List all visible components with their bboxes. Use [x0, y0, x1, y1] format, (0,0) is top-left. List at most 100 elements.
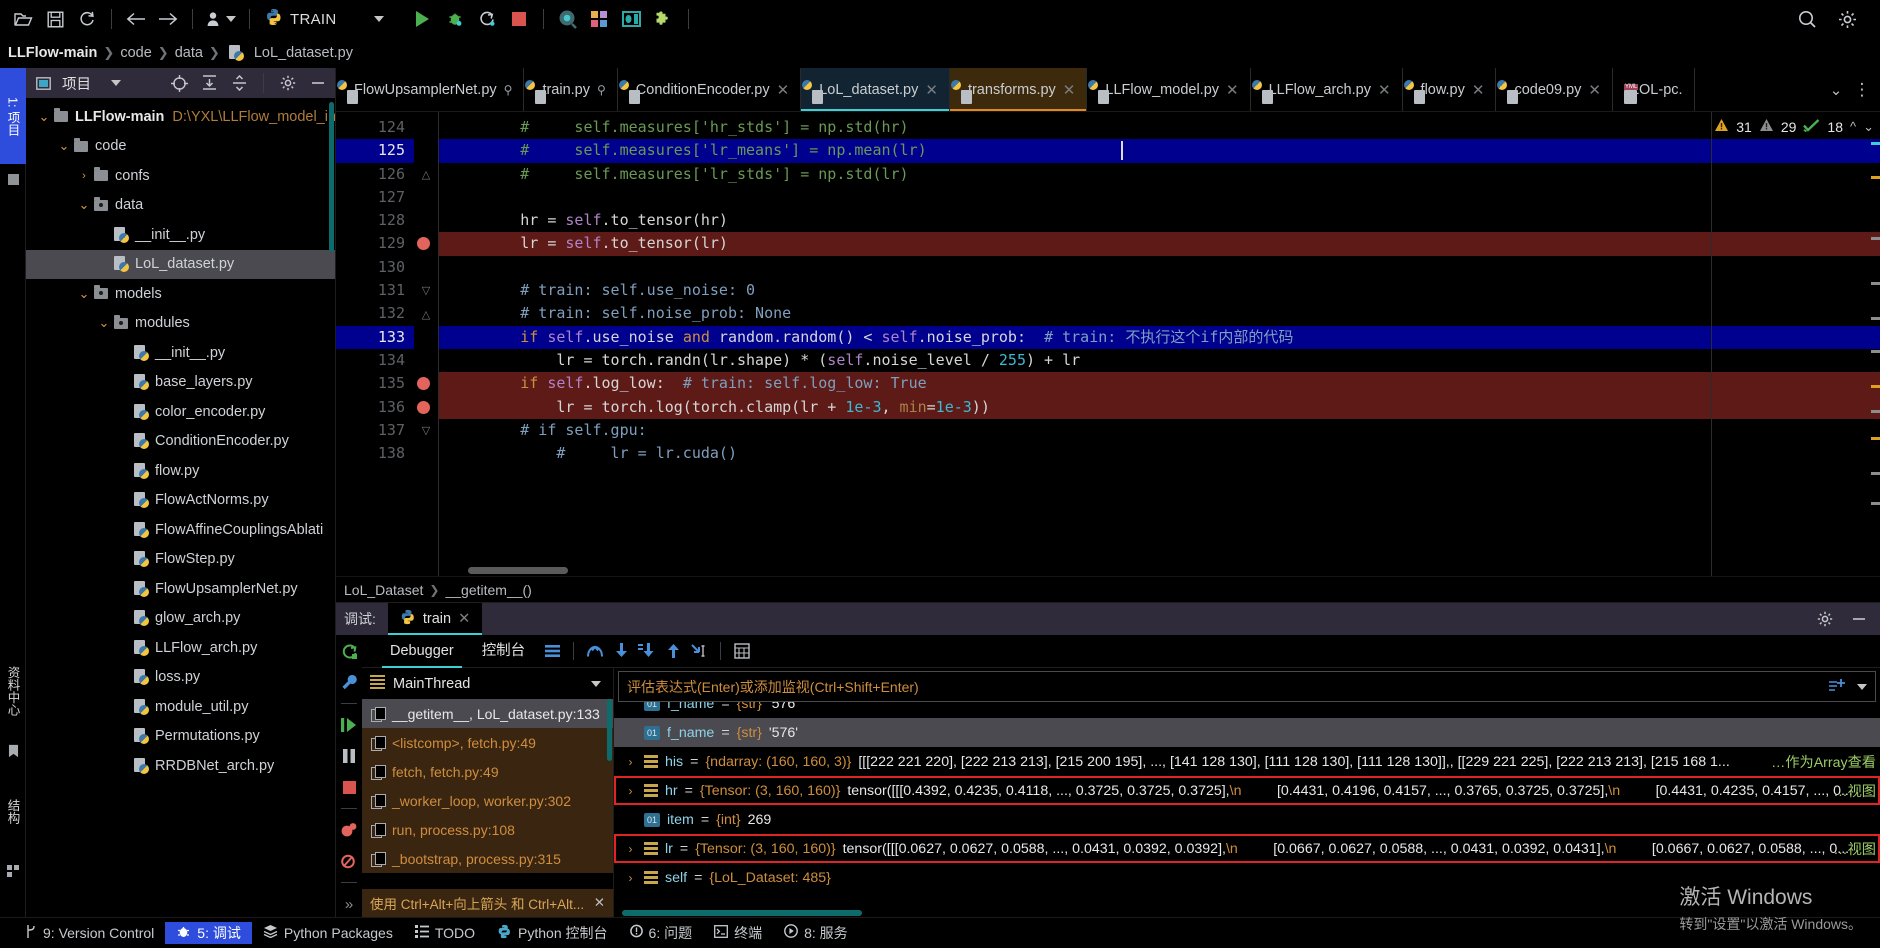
tree-file-__init__.py[interactable]: · __init__.py	[26, 338, 335, 368]
tree-folder-modules[interactable]: ⌄ modules	[26, 309, 335, 339]
tree-file-__init__.py[interactable]: · __init__.py	[26, 220, 335, 250]
code-line[interactable]: lr = torch.log(torch.clamp(lr + 1e-3, mi…	[438, 395, 1880, 419]
search-everywhere-icon[interactable]	[553, 5, 583, 33]
fold-marker-icon[interactable]: △	[414, 302, 438, 325]
pause-icon[interactable]	[338, 746, 360, 766]
code-line[interactable]: hr = self.to_tensor(hr)	[438, 209, 1880, 232]
error-stripe[interactable]	[1871, 142, 1880, 576]
next-problem-icon[interactable]: ⌄	[1863, 119, 1874, 135]
close-icon[interactable]: ✕	[1588, 81, 1601, 99]
sync-icon[interactable]	[72, 5, 102, 33]
variable-row[interactable]: › self = {LoL_Dataset: 485}	[614, 863, 1880, 892]
line-number[interactable]: 127	[336, 186, 414, 209]
chevron-right-icon[interactable]: ›	[76, 170, 92, 182]
variable-row[interactable]: · 01 f_name = {str} '576'	[614, 702, 1880, 718]
tree-folder-code[interactable]: ⌄ code	[26, 132, 335, 162]
chevron-right-icon[interactable]: ›	[624, 871, 637, 885]
tree-file-glow_arch.py[interactable]: · glow_arch.py	[26, 604, 335, 634]
line-number[interactable]: 134	[336, 349, 414, 372]
variables-horizontal-scrollbar[interactable]	[622, 910, 862, 916]
tree-scrollbar[interactable]	[329, 102, 334, 252]
variable-row[interactable]: › lr = {Tensor: (3, 160, 160)} tensor([[[0.0…	[614, 834, 1880, 863]
code-line[interactable]: # self.measures['lr_stds'] = np.std(lr)	[438, 163, 1880, 186]
forward-arrow-icon[interactable]	[153, 5, 183, 33]
code-text[interactable]: # self.measures['hr_stds'] = np.std(hr) …	[438, 112, 1880, 576]
chevron-right-icon[interactable]: ›	[624, 755, 637, 769]
breadcrumb-item-2[interactable]: data	[175, 45, 203, 61]
frame-row[interactable]: __getitem__, LoL_dataset.py:133	[362, 699, 613, 728]
open-folder-icon[interactable]	[8, 5, 38, 33]
frame-row[interactable]: run, process.py:108	[362, 815, 613, 844]
sidebar-item-structure[interactable]: 结构	[0, 768, 26, 854]
code-line[interactable]: lr = self.to_tensor(lr)	[438, 232, 1880, 256]
stop-button[interactable]	[504, 5, 534, 33]
minimize-icon[interactable]	[1848, 608, 1870, 630]
status-item-终端[interactable]: 终端	[703, 922, 773, 944]
tree-file-FlowStep.py[interactable]: · FlowStep.py	[26, 545, 335, 575]
tree-file-RRDBNet_arch.py[interactable]: · RRDBNet_arch.py	[26, 751, 335, 781]
chevron-right-icon[interactable]: ›	[624, 784, 637, 798]
variable-row[interactable]: · 01 item = {int} 269	[614, 805, 1880, 834]
line-number[interactable]: 138	[336, 442, 414, 465]
close-icon[interactable]: ✕	[1063, 81, 1076, 99]
locate-icon[interactable]	[168, 72, 190, 94]
run-config-name[interactable]: TRAIN	[290, 11, 337, 28]
close-icon[interactable]: ✕	[1378, 81, 1391, 99]
services-icon[interactable]	[585, 5, 615, 33]
close-icon[interactable]: ✕	[1472, 81, 1485, 99]
fold-marker-icon[interactable]: ▽	[414, 419, 438, 442]
editor-tab-flow.py[interactable]: flow.py ✕	[1403, 68, 1497, 111]
more-icon[interactable]: »	[338, 894, 360, 914]
collapse-all-icon[interactable]	[228, 72, 250, 94]
chevron-down-icon[interactable]: ⌄	[1824, 76, 1848, 104]
code-line[interactable]	[438, 186, 1880, 209]
run-configuration-selector[interactable]: TRAIN	[265, 8, 384, 30]
frame-list[interactable]: __getitem__, LoL_dataset.py:133 <listcomp…	[362, 699, 613, 889]
force-step-into-icon[interactable]	[634, 639, 660, 663]
stop-icon[interactable]	[338, 777, 360, 797]
line-number[interactable]: 136	[336, 396, 430, 419]
chevron-down-icon[interactable]	[1857, 683, 1867, 690]
line-number[interactable]: 132	[336, 302, 414, 325]
code-editor[interactable]: 31 29 18 ^ ⌄ 124 125 126 127 128 129 130 131 132…	[336, 112, 1880, 576]
tab-console[interactable]: 控制台	[468, 635, 540, 668]
breadcrumb-item-0[interactable]: LLFlow-main	[8, 45, 97, 61]
tree-file-FlowAffineCouplingsAblati[interactable]: · FlowAffineCouplingsAblati	[26, 515, 335, 545]
line-number[interactable]: 135	[336, 372, 430, 395]
chevron-down-icon[interactable]: ⌄	[56, 138, 72, 154]
code-breadcrumb-item-0[interactable]: LoL_Dataset	[344, 582, 423, 598]
code-line[interactable]: # train: self.use_noise: 0	[438, 279, 1880, 302]
evaluate-expression-input[interactable]: 评估表达式(Enter)或添加监视(Ctrl+Shift+Enter)	[618, 671, 1876, 702]
editor-tab-code09.py[interactable]: code09.py ✕	[1496, 68, 1613, 111]
prev-problem-icon[interactable]: ^	[1850, 119, 1856, 134]
add-watch-icon[interactable]	[1828, 678, 1845, 696]
close-icon[interactable]: ✕	[594, 895, 605, 911]
tree-file-LoL_dataset.py[interactable]: · LoL_dataset.py	[26, 249, 335, 279]
tree-file-ConditionEncoder.py[interactable]: · ConditionEncoder.py	[26, 427, 335, 457]
breadcrumb-item-3[interactable]: LoL_dataset.py	[254, 45, 353, 61]
frame-row[interactable]: _bootstrap, process.py:315	[362, 844, 613, 873]
line-number[interactable]: 131	[336, 279, 414, 302]
bookmark-icon[interactable]	[0, 738, 26, 764]
run-button[interactable]	[408, 5, 438, 33]
line-number[interactable]: 133	[336, 325, 414, 349]
rerun-icon[interactable]	[338, 641, 360, 661]
code-line[interactable]	[438, 256, 1880, 279]
line-number-gutter[interactable]: 124 125 126 127 128 129 130 131 132 133 134 135 136 1…	[336, 112, 430, 576]
back-arrow-icon[interactable]	[121, 5, 151, 33]
tab-debugger[interactable]: Debugger	[376, 635, 468, 668]
project-tree[interactable]: ⌄ LLFlow-main D:\YXL\LLFlow_model_in ⌄ code ›…	[26, 98, 335, 917]
expand-all-icon[interactable]	[198, 72, 220, 94]
tree-file-base_layers.py[interactable]: · base_layers.py	[26, 368, 335, 398]
status-item-5: 调试[interactable]: 5: 调试	[165, 921, 252, 944]
variable-row[interactable]: › hr = {Tensor: (3, 160, 160)} tensor([[[0.4…	[614, 776, 1880, 805]
save-icon[interactable]	[40, 5, 70, 33]
tree-file-color_encoder.py[interactable]: · color_encoder.py	[26, 397, 335, 427]
show-console-icon[interactable]	[539, 639, 565, 663]
editor-tab-transforms.py[interactable]: transforms.py ✕	[949, 68, 1088, 111]
variable-view-link[interactable]: …视图	[1833, 781, 1876, 801]
editor-tab-train.py[interactable]: train.py ⚲	[524, 68, 618, 111]
tree-file-module_util.py[interactable]: · module_util.py	[26, 692, 335, 722]
frame-row[interactable]: <listcomp>, fetch.py:49	[362, 728, 613, 757]
status-item-6: 问题[interactable]: 6: 问题	[619, 922, 704, 944]
